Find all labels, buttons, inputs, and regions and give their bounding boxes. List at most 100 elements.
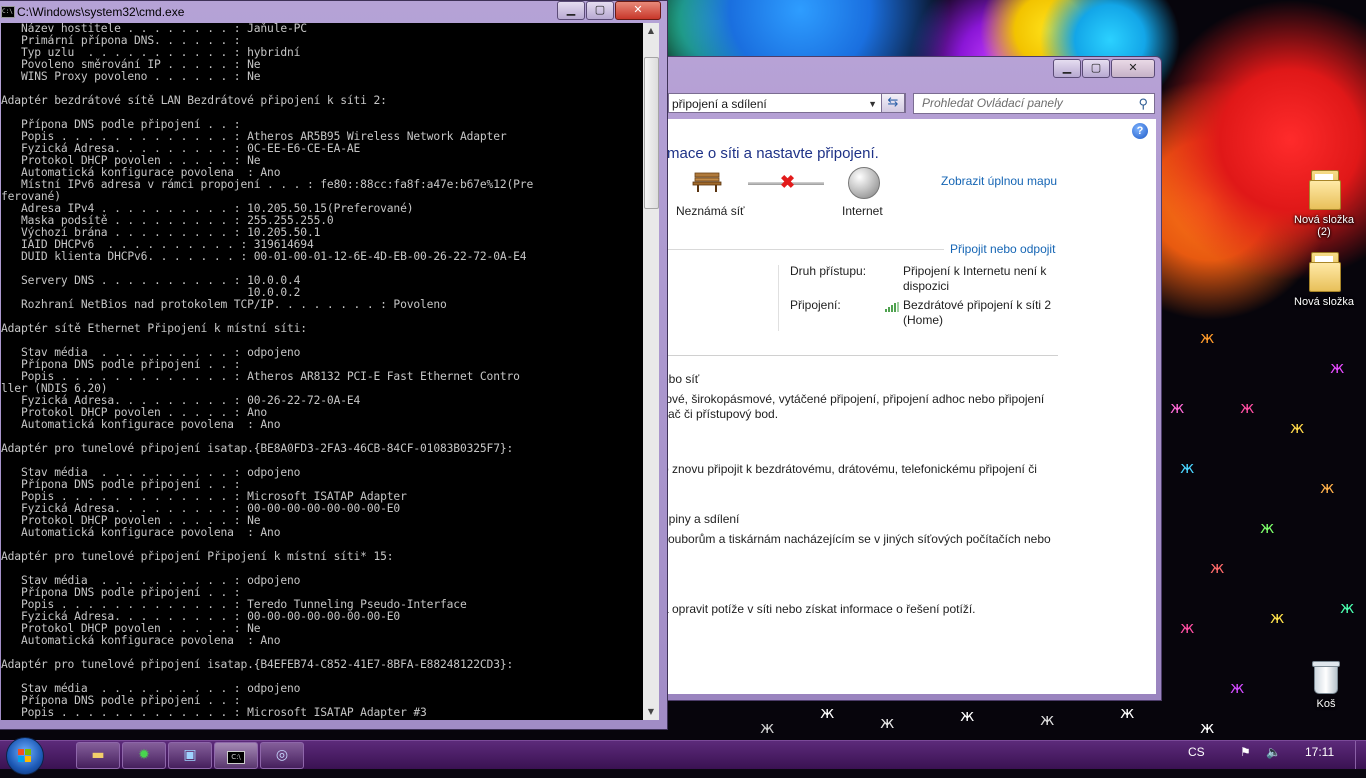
help-icon[interactable]: ? [1132, 123, 1148, 139]
task-description-line2: vač či přístupový bod. [668, 407, 779, 421]
refresh-icon: ⇆ [887, 95, 899, 110]
butterfly-decoration: ж [960, 706, 975, 725]
start-button[interactable] [6, 737, 44, 775]
scroll-up-arrow-icon[interactable]: ▲ [643, 23, 659, 39]
butterfly-decoration: ж [1320, 478, 1335, 497]
butterfly-decoration: ж [1170, 398, 1185, 417]
close-button[interactable]: ✕ [1111, 59, 1155, 78]
butterfly-decoration: ж [1290, 418, 1305, 437]
windows-logo-icon [18, 749, 31, 762]
task-sharing-description: souborům a tiskárnám nacházejícím se v j… [668, 532, 1051, 546]
disconnected-x-icon: ✖ [780, 172, 796, 192]
maximize-button[interactable]: ▢ [586, 1, 614, 20]
butterfly-decoration: ж [1230, 678, 1245, 697]
task-description-line1: tové, širokopásmové, vytáčené připojení,… [668, 392, 1045, 406]
address-bar-text: připojení a sdílení [672, 97, 767, 111]
minimize-button[interactable]: ▁ [557, 1, 585, 20]
section-divider [668, 249, 944, 250]
taskbar-network-button[interactable]: ◎ [260, 742, 304, 769]
homegroup-sharing-link[interactable]: upiny a sdílení [668, 512, 739, 527]
vertical-scrollbar[interactable]: ▲ ▼ [643, 23, 659, 720]
cmd-window-icon: C:\ [1, 6, 15, 18]
vertical-separator [778, 265, 779, 331]
taskbar-explorer-button[interactable]: ▬ [76, 742, 120, 769]
taskbar-control-panel-button[interactable]: ▣ [168, 742, 212, 769]
page-title: rmace o síti a nastavte připojení. [668, 145, 879, 162]
butterfly-decoration: ж [1240, 398, 1255, 417]
butterfly-decoration: ж [1270, 608, 1285, 627]
console-line: DUID klienta DHCPv6. . . . . . . : 00-01… [1, 250, 527, 263]
taskbar-cmd-button[interactable]: C:\ [214, 742, 258, 769]
console-line: Adaptér pro tunelové připojení isatap.{B… [1, 658, 514, 671]
butterfly-decoration: ж [1200, 718, 1215, 737]
show-desktop-button[interactable] [1355, 741, 1366, 769]
butterfly-decoration: ж [820, 703, 835, 722]
scrollbar-thumb[interactable] [644, 57, 659, 209]
wifi-signal-icon [885, 302, 899, 312]
unknown-network-label: Neznámá síť [676, 204, 745, 218]
butterfly-decoration: ж [1340, 598, 1355, 617]
desktop-icon-label: Nová složka [1294, 214, 1354, 226]
cmd-window[interactable]: C:\ C:\Windows\system32\cmd.exe ▁ ▢ ✕ Ná… [0, 0, 668, 730]
console-line: Adaptér pro tunelové připojení Připojení… [1, 550, 394, 563]
console-line: Místní IPv6 adresa v rámci propojení . .… [1, 178, 534, 191]
taskbar-app-button[interactable]: ✹ [122, 742, 166, 769]
connections-label: Připojení: [790, 298, 841, 312]
console-line: Popis . . . . . . . . . . . . . : Micros… [1, 706, 427, 719]
console-line: Automatická konfigurace povolena : Ano [1, 634, 281, 647]
language-indicator[interactable]: CS [1188, 745, 1205, 759]
access-type-label: Druh přístupu: [790, 264, 867, 278]
cmd-icon: C:\ [227, 751, 245, 764]
window-caption-buttons: ▁ ▢ ✕ [1052, 59, 1155, 78]
butterfly-decoration: ж [760, 718, 775, 737]
monitor-icon: ▣ [183, 747, 197, 763]
butterfly-decoration: ж [1260, 518, 1275, 537]
access-type-value-line1: Připojení k Internetu není k [903, 264, 1047, 278]
show-full-map-link[interactable]: Zobrazit úplnou mapu [941, 174, 1057, 188]
folder-icon [1307, 170, 1341, 210]
desktop-folder-nova-slozka-2[interactable]: Nová složka (2) [1286, 170, 1362, 238]
desktop-folder-nova-slozka[interactable]: Nová složka [1286, 252, 1362, 308]
maximize-button[interactable]: ▢ [1082, 59, 1110, 78]
butterfly-decoration: ж [1180, 458, 1195, 477]
taskbar: ▬ ✹ ▣ C:\ ◎ CS ⚑ 🔈 17:11 [0, 737, 1366, 775]
butterfly-decoration: ж [1200, 328, 1215, 347]
action-center-icon[interactable]: ⚑ [1240, 745, 1251, 759]
search-icon[interactable]: ⚲ [1138, 94, 1148, 113]
wireless-connection-link[interactable]: Bezdrátové připojení k síti 2 [903, 298, 1051, 313]
refresh-button[interactable]: ⇆ [881, 93, 905, 113]
butterfly-decoration: ж [1040, 710, 1055, 729]
address-bar[interactable]: připojení a sdílení ▼ [668, 93, 906, 113]
butterfly-decoration: ж [1330, 358, 1345, 377]
connect-disconnect-link[interactable]: Připojit nebo odpojit [950, 242, 1055, 256]
task-troubleshoot-description: a opravit potíže v síti nebo získat info… [668, 602, 976, 616]
clock[interactable]: 17:11 [1305, 745, 1334, 759]
cmd-window-title: C:\Windows\system32\cmd.exe [17, 5, 185, 19]
console-output[interactable]: Název hostitele . . . . . . . . : Jaňule… [1, 23, 643, 720]
volume-icon[interactable]: 🔈 [1266, 745, 1281, 759]
console-line: Automatická konfigurace povolena : Ano [1, 418, 281, 431]
console-line: Automatická konfigurace povolena : Ano [1, 526, 281, 539]
desktop-icon-sublabel: (2) [1317, 226, 1331, 238]
recycle-bin-icon [1312, 661, 1340, 694]
console-line: Adaptér bezdrátové sítě LAN Bezdrátové p… [1, 94, 387, 107]
wireless-connection-link-home[interactable]: (Home) [903, 313, 943, 328]
butterfly-decoration: ж [1210, 558, 1225, 577]
close-button[interactable]: ✕ [615, 1, 661, 20]
desktop-recycle-bin[interactable]: Koš [1288, 661, 1364, 710]
desktop-icon-label: Koš [1316, 698, 1336, 710]
setup-connection-link[interactable]: ebo síť [668, 372, 699, 387]
folder-icon [1307, 252, 1341, 292]
console-line: Rozhraní NetBios nad protokolem TCP/IP. … [1, 298, 447, 311]
chevron-down-icon[interactable]: ▼ [868, 94, 877, 114]
access-type-value-line2: dispozici [903, 279, 950, 293]
window-caption-buttons: ▁ ▢ ✕ [556, 1, 661, 20]
console-line: Adaptér pro tunelové připojení isatap.{B… [1, 442, 514, 455]
search-input[interactable]: Prohledat Ovládací panely ⚲ [913, 93, 1155, 114]
section-divider [668, 355, 1058, 356]
content-pane: ? rmace o síti a nastavte připojení. Zob… [668, 119, 1156, 694]
network-sharing-center-window[interactable]: ▁ ▢ ✕ připojení a sdílení ▼ ⇆ Prohledat … [662, 56, 1162, 701]
scroll-down-arrow-icon[interactable]: ▼ [643, 704, 659, 720]
minimize-button[interactable]: ▁ [1053, 59, 1081, 78]
green-gear-icon: ✹ [138, 747, 150, 763]
